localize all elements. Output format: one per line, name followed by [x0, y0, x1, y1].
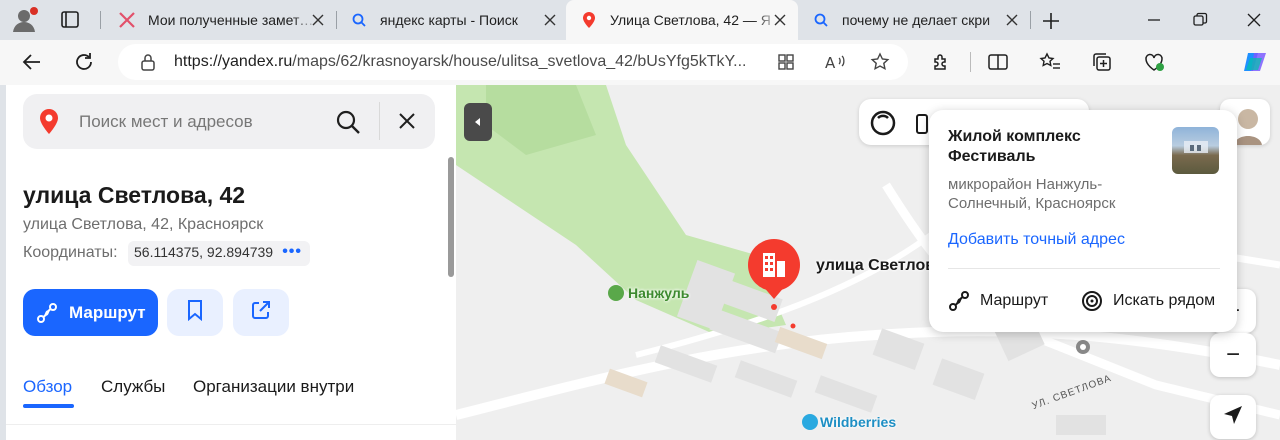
url-host: https://yandex.ru	[174, 53, 293, 70]
locate-me-button[interactable]	[1210, 395, 1256, 439]
route-button-label: Маршрут	[69, 302, 146, 322]
poi-wildberries[interactable]: Wildberries	[820, 414, 896, 430]
search-favicon	[350, 11, 368, 29]
coordinates-label: Координаты:	[23, 244, 118, 261]
tab-separator	[1030, 11, 1031, 29]
tab-title: почему не делает скри	[842, 12, 991, 28]
new-tab-plus-icon[interactable]	[1040, 10, 1062, 32]
route-icon	[35, 301, 59, 325]
read-aloud-icon[interactable]: A	[824, 52, 845, 72]
navigation-arrow-icon	[1222, 404, 1244, 431]
poi-nanzhul[interactable]: Нанжуль	[628, 285, 689, 301]
zoom-minus-icon: −	[1225, 341, 1240, 368]
browser-essentials-heart-icon[interactable]	[1142, 50, 1166, 74]
tab-organizations[interactable]: Организации внутри	[193, 377, 354, 397]
extensions-puzzle-icon[interactable]	[930, 50, 954, 74]
tab-title: Улица Светлова, 42 — Я	[610, 12, 771, 28]
panel-scrollbar[interactable]	[448, 157, 454, 277]
add-address-link[interactable]: Добавить точный адрес	[948, 231, 1125, 249]
coordinates-chip[interactable]: 56.114375, 92.894739 •••	[128, 241, 310, 266]
url-text[interactable]: https://yandex.ru/maps/62/krasnoyarsk/ho…	[174, 53, 764, 71]
toolbar-separator	[970, 52, 971, 72]
clear-search-close-icon[interactable]	[397, 111, 417, 131]
search-input[interactable]: Поиск мест и адресов	[79, 112, 253, 132]
card-route-label: Маршрут	[980, 292, 1049, 309]
navigation-bar: https://yandex.ru/maps/62/krasnoyarsk/ho…	[0, 40, 1280, 85]
close-tab-icon[interactable]	[310, 12, 326, 28]
tab-actions-icon[interactable]	[56, 8, 84, 32]
bookmark-button[interactable]	[167, 289, 223, 336]
pin-label[interactable]: улица Светлова	[816, 257, 944, 275]
place-panel: Поиск мест и адресов улица Светлова, 42 …	[6, 85, 456, 440]
yandex-maps-pin-icon	[580, 11, 598, 29]
restore-icon[interactable]	[1190, 10, 1210, 30]
close-tab-icon[interactable]	[1004, 12, 1020, 28]
complex-photo-thumbnail[interactable]	[1172, 127, 1219, 174]
tab-strip: Мои полученные замет… яндекс карты - Пои…	[0, 0, 1280, 40]
search-icon[interactable]	[335, 109, 361, 135]
minimize-icon[interactable]	[1144, 10, 1164, 30]
copilot-icon[interactable]	[1242, 50, 1266, 74]
search-box[interactable]: Поиск мест и адресов	[23, 94, 435, 149]
tab-search[interactable]: яндекс карты - Поиск	[336, 0, 568, 40]
share-external-icon	[250, 299, 272, 326]
tab-search-2[interactable]: почему не делает скри	[798, 0, 1030, 40]
url-path: /maps/62/krasnoyarsk/house/ulitsa_svetlo…	[292, 53, 747, 70]
target-icon	[1081, 290, 1103, 312]
more-dots-icon[interactable]: •••	[282, 243, 302, 261]
svg-text:A: A	[825, 54, 836, 72]
card-divider	[948, 268, 1220, 269]
back-arrow-icon[interactable]	[20, 50, 44, 74]
favorites-list-icon[interactable]	[1038, 50, 1062, 74]
tab-services[interactable]: Службы	[101, 377, 165, 397]
active-tab-indicator	[23, 404, 74, 408]
tab-separator	[100, 11, 101, 29]
profile-avatar-icon[interactable]	[10, 6, 40, 34]
bookmark-icon	[185, 299, 205, 326]
place-address: улица Светлова, 42, Красноярск	[23, 216, 264, 233]
share-button[interactable]	[233, 289, 289, 336]
route-icon	[948, 290, 970, 312]
close-tab-icon[interactable]	[542, 12, 558, 28]
search-favicon	[812, 11, 830, 29]
pink-x-icon	[118, 11, 136, 29]
lock-icon[interactable]	[138, 52, 158, 72]
search-nearby-button[interactable]: Искать рядом	[1081, 290, 1215, 312]
tab-title: яндекс карты - Поиск	[380, 12, 518, 28]
layers-icon[interactable]	[915, 113, 929, 140]
tab-notes[interactable]: Мои полученные замет…	[104, 0, 336, 40]
favorite-star-icon[interactable]	[870, 52, 890, 72]
collapse-panel-button[interactable]	[464, 103, 492, 141]
tab-overview[interactable]: Обзор	[23, 377, 72, 397]
coordinates-value[interactable]: 56.114375, 92.894739	[134, 244, 273, 260]
zoom-out-button[interactable]: −	[1210, 333, 1256, 377]
divider	[6, 424, 456, 425]
route-button[interactable]: Маршрут	[23, 289, 158, 336]
card-route-button[interactable]: Маршрут	[948, 290, 1048, 312]
close-window-icon[interactable]	[1244, 10, 1264, 30]
yandex-maps-pin-icon	[37, 108, 61, 136]
card-subtitle: микрорайон Нанжуль-Солнечный, Красноярск	[948, 176, 1116, 212]
card-title[interactable]: Жилой комплекс Фестиваль	[948, 127, 1148, 167]
tab-yandex-maps[interactable]: Улица Светлова, 42 — Я	[566, 0, 798, 40]
split-screen-icon[interactable]	[986, 50, 1010, 74]
collections-icon[interactable]	[1090, 50, 1114, 74]
place-title: улица Светлова, 42	[23, 182, 246, 208]
search-divider	[379, 102, 380, 140]
refresh-icon[interactable]	[72, 50, 96, 74]
tab-title: Мои полученные замет…	[148, 12, 314, 28]
alice-circle-icon[interactable]	[869, 109, 897, 142]
search-nearby-label: Искать рядом	[1113, 292, 1216, 309]
address-bar[interactable]: https://yandex.ru/maps/62/krasnoyarsk/ho…	[118, 44, 908, 80]
app-available-icon[interactable]	[776, 52, 796, 72]
place-popup-card[interactable]: Жилой комплекс Фестиваль микрорайон Нанж…	[929, 110, 1237, 332]
close-tab-icon[interactable]	[772, 12, 788, 28]
